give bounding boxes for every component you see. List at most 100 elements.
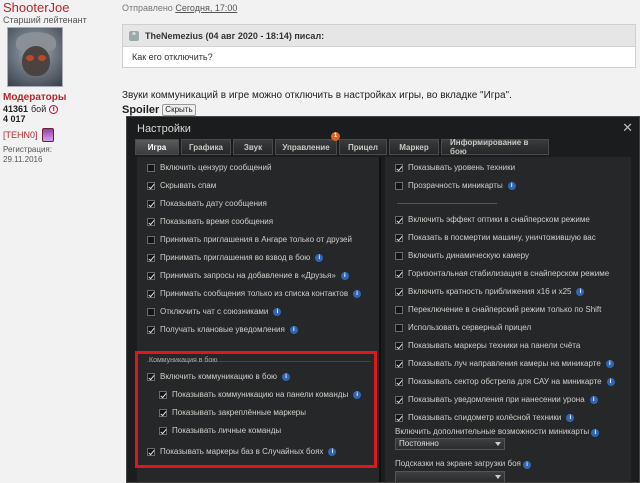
info-icon[interactable]: i (289, 325, 298, 334)
checkbox[interactable] (395, 251, 403, 260)
checkbox[interactable] (395, 377, 403, 386)
checkbox[interactable] (147, 271, 155, 280)
tab-graphics[interactable]: Графика (181, 139, 231, 155)
avatar[interactable] (7, 27, 63, 87)
spoiler-hide-button[interactable]: Скрыть (162, 104, 196, 116)
option-optics-effect[interactable]: Включить эффект оптики в снайперском реж… (395, 215, 590, 224)
checkbox[interactable] (147, 253, 155, 262)
option-minimap-transparency[interactable]: Прозрачность миникарты i (395, 181, 516, 190)
tab-controls-label: Управление (282, 142, 330, 152)
checkbox[interactable] (147, 217, 155, 226)
registration-info: Регистрация: 29.11.2016 (3, 145, 52, 165)
sent-prefix: Отправлено (122, 3, 173, 13)
info-icon[interactable]: i (507, 181, 516, 190)
option-label: Принимать приглашения во взвод в бою (160, 253, 311, 262)
checkbox[interactable] (147, 307, 155, 316)
option-sniper-shift-only[interactable]: Переключение в снайперский режим только … (395, 305, 601, 314)
option-dynamic-camera[interactable]: Включить динамическую камеру (395, 251, 529, 260)
option-zoom-x16-x25[interactable]: Включить кратность приближения x16 и x25… (395, 287, 585, 296)
checkbox[interactable] (147, 181, 155, 190)
option-score-panel-markers[interactable]: Показывать маркеры техники на панели счё… (395, 341, 580, 350)
checkbox[interactable] (395, 287, 403, 296)
user-rank: Старший лейтенант (3, 15, 87, 25)
quote-header: “ TheNemezius (04 авг 2020 - 18:14) писа… (123, 25, 635, 47)
option-damage-notifications[interactable]: Показывать уведомления при нанесении уро… (395, 395, 598, 404)
option-platoon-invites[interactable]: Принимать приглашения во взвод в бою i (147, 253, 324, 262)
option-censorship[interactable]: Включить цензуру сообщений (147, 163, 271, 172)
option-label: Использовать серверный прицел (408, 323, 532, 332)
chevron-down-icon (495, 442, 501, 446)
info-icon[interactable]: i (523, 461, 532, 469)
checkbox[interactable] (395, 413, 403, 422)
option-spg-firing-sector[interactable]: Показывать сектор обстрела для САУ на ми… (395, 377, 615, 386)
option-horizontal-stabilization[interactable]: Горизонтальная стабилизация в снайперско… (395, 269, 609, 278)
option-server-reticle[interactable]: Использовать серверный прицел (395, 323, 531, 332)
option-killer-cam[interactable]: Показать в посмертии машину, уничтожившу… (395, 233, 596, 242)
info-icon[interactable]: i (606, 377, 615, 386)
option-disable-ally-chat[interactable]: Отключить чат с союзниками i (147, 307, 282, 316)
checkbox[interactable] (395, 395, 403, 404)
info-icon[interactable]: i (340, 271, 349, 280)
checkbox[interactable] (395, 359, 403, 368)
checkbox[interactable] (395, 233, 403, 242)
option-hide-spam[interactable]: Скрывать спам (147, 181, 216, 190)
tab-controls[interactable]: Управление 1 (275, 132, 340, 155)
clan-tag[interactable]: [TEHN0] (3, 128, 54, 142)
post-text: Звуки коммуникаций в игре можно отключит… (122, 90, 512, 101)
option-friend-requests[interactable]: Принимать запросы на добавление в «Друзь… (147, 271, 349, 280)
checkbox[interactable] (395, 181, 403, 190)
post-sent-time: Отправлено Сегодня, 17:00 (122, 3, 237, 13)
option-hangar-invites-friends[interactable]: Принимать приглашения в Ангаре только от… (147, 235, 352, 244)
info-icon[interactable]: i (353, 289, 362, 298)
username-link[interactable]: ShooterJoe (3, 0, 70, 15)
info-icon[interactable]: i (273, 307, 282, 316)
option-label: Включить эффект оптики в снайперском реж… (408, 215, 590, 224)
option-wheeled-speedometer[interactable]: Показывать спидометр колёсной техники i (395, 413, 575, 422)
option-vehicle-tier[interactable]: Показывать уровень техники (395, 163, 515, 172)
option-clan-notifications[interactable]: Получать клановые уведомления i (147, 325, 298, 334)
tab-battle-info[interactable]: Информирование в бою (441, 138, 549, 156)
option-label: Показывать сектор обстрела для САУ на ми… (408, 377, 602, 386)
info-icon[interactable]: i (576, 287, 585, 296)
checkbox[interactable] (395, 163, 403, 172)
checkbox[interactable] (147, 163, 155, 172)
option-label: Включить кратность приближения x16 и x25 (408, 287, 572, 296)
minimap-transparency-slider[interactable] (397, 203, 497, 204)
option-show-time[interactable]: Показывать время сообщения (147, 217, 273, 226)
option-label: Включить динамическую камеру (408, 251, 529, 260)
info-icon[interactable]: i (566, 413, 575, 422)
option-camera-direction-line[interactable]: Показывать луч направления камеры на мин… (395, 359, 614, 368)
option-label: Скрывать спам (160, 181, 217, 190)
quote-block: “ TheNemezius (04 авг 2020 - 18:14) писа… (122, 24, 636, 68)
sent-day-link[interactable]: Сегодня, 17:00 (175, 3, 237, 13)
minimap-extra-label: Включить дополнительные возможности мини… (395, 427, 600, 437)
option-show-date[interactable]: Показывать дату сообщения (147, 199, 267, 208)
checkbox[interactable] (147, 289, 155, 298)
info-icon[interactable]: i (49, 104, 59, 114)
checkbox[interactable] (395, 269, 403, 278)
loading-tips-select[interactable] (395, 471, 505, 482)
checkbox[interactable] (147, 199, 155, 208)
clan-tag-text[interactable]: [TEHN0] (3, 130, 38, 140)
info-icon[interactable]: i (315, 253, 324, 262)
tab-marker[interactable]: Маркер (389, 139, 439, 155)
close-icon[interactable]: ✕ (622, 120, 633, 136)
checkbox[interactable] (395, 305, 403, 314)
checkbox[interactable] (147, 235, 155, 244)
minimap-extra-select[interactable]: Постоянно (395, 438, 505, 450)
info-icon[interactable]: i (605, 359, 614, 368)
option-label: Принимать запросы на добавление в «Друзь… (160, 271, 336, 280)
info-icon[interactable]: i (589, 395, 598, 404)
checkbox[interactable] (147, 325, 155, 334)
clan-emblem-icon[interactable] (41, 128, 54, 142)
tab-sound[interactable]: Звук (233, 139, 273, 155)
tab-sight[interactable]: Прицел (339, 139, 387, 155)
checkbox[interactable] (395, 341, 403, 350)
info-icon[interactable]: i (591, 429, 600, 437)
checkbox[interactable] (395, 215, 403, 224)
option-label: Показывать луч направления камеры на мин… (408, 359, 601, 368)
tab-game[interactable]: Игра (135, 139, 179, 155)
checkbox[interactable] (395, 323, 403, 332)
option-contacts-only[interactable]: Принимать сообщения только из списка кон… (147, 289, 362, 298)
spoiler-label: Spoiler (122, 104, 160, 116)
